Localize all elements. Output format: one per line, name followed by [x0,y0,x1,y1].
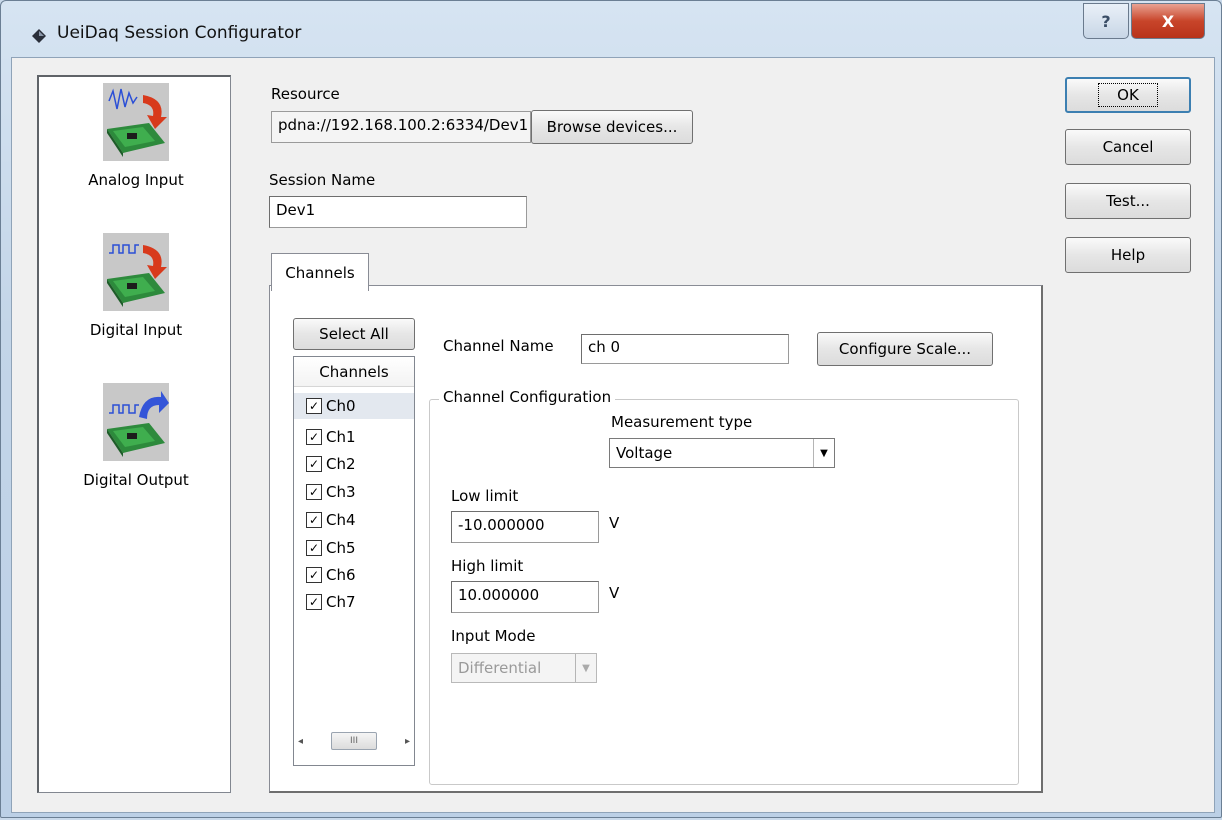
checkbox[interactable]: ✓ [306,594,322,610]
measurement-type-value: Voltage [616,444,673,462]
dialog-window: UeiDaq Session Configurator ? X Analog I… [0,0,1222,818]
help-button[interactable]: Help [1065,237,1191,273]
close-button[interactable]: X [1131,3,1205,39]
measurement-type-label: Measurement type [611,413,753,431]
channel-label: Ch6 [326,566,356,584]
list-item[interactable]: ✓ Ch6 [294,562,414,588]
channel-label: Ch5 [326,539,356,557]
help-caption-button[interactable]: ? [1083,3,1129,39]
title-bar[interactable]: UeiDaq Session Configurator ? X [1,1,1222,65]
horizontal-scrollbar[interactable]: ◂ III ▸ [298,731,410,751]
checkbox[interactable]: ✓ [306,567,322,583]
list-item[interactable]: ✓ Ch4 [294,507,414,533]
channel-label: Ch2 [326,455,356,473]
session-name-field[interactable]: Dev1 [269,196,527,228]
sidebar-item-label: Digital Output [83,471,189,489]
tab-label: Channels [285,263,355,282]
list-item[interactable]: ✓ Ch2 [294,451,414,477]
configure-scale-button[interactable]: Configure Scale... [817,332,993,366]
checkbox[interactable]: ✓ [306,456,322,472]
list-item[interactable]: ✓ Ch0 [294,393,414,419]
high-limit-label: High limit [451,557,524,575]
analog-input-icon [103,83,169,161]
sidebar-item-label: Digital Input [89,321,183,339]
channel-label: Ch1 [326,428,356,446]
high-limit-unit: V [609,584,620,602]
channel-name-label: Channel Name [443,337,554,355]
resource-label: Resource [271,85,340,103]
list-item[interactable]: ✓ Ch7 [294,589,414,615]
list-item[interactable]: ✓ Ch5 [294,535,414,561]
checkbox[interactable]: ✓ [306,398,322,414]
channel-label: Ch4 [326,511,356,529]
select-all-button[interactable]: Select All [293,318,415,350]
checkbox[interactable]: ✓ [306,429,322,445]
channel-configuration-title: Channel Configuration [439,388,616,406]
cancel-button[interactable]: Cancel [1065,129,1191,165]
ok-button[interactable]: OK [1065,77,1191,113]
tab-channels[interactable]: Channels [271,253,369,291]
low-limit-unit: V [609,514,620,532]
sidebar-item-label: Analog Input [88,171,184,189]
channel-name-field[interactable]: ch 0 [581,334,789,364]
scroll-right-arrow-icon[interactable]: ▸ [405,736,410,747]
checkbox[interactable]: ✓ [306,484,322,500]
checkbox[interactable]: ✓ [306,540,322,556]
browse-devices-button[interactable]: Browse devices... [531,110,693,144]
digital-output-icon [103,383,169,461]
session-name-label: Session Name [269,171,376,189]
low-limit-label: Low limit [451,487,519,505]
channel-list-header: Channels [294,357,414,387]
list-item[interactable]: ✓ Ch1 [294,424,414,450]
sidebar-item-digital-input[interactable]: Digital Input [39,233,233,339]
input-mode-label: Input Mode [451,627,536,645]
scroll-thumb[interactable]: III [331,732,377,750]
channel-label: Ch3 [326,483,356,501]
measurement-type-dropdown[interactable]: Voltage ▼ [609,438,835,468]
input-mode-value: Differential [458,659,542,677]
sidebar-item-digital-output[interactable]: Digital Output [39,383,233,489]
input-mode-dropdown[interactable]: Differential ▼ [451,653,597,683]
channel-label: Ch7 [326,593,356,611]
channel-label: Ch0 [326,397,356,415]
category-pane: Analog Input Digital Input Digital Outpu… [37,75,231,793]
list-item[interactable]: ✓ Ch3 [294,479,414,505]
app-diamond-icon [32,29,46,43]
sidebar-item-analog-input[interactable]: Analog Input [39,83,233,189]
high-limit-field[interactable]: 10.000000 [451,581,599,613]
test-button[interactable]: Test... [1065,183,1191,219]
window-title: UeiDaq Session Configurator [57,23,302,43]
ok-button-label: OK [1098,83,1158,107]
low-limit-field[interactable]: -10.000000 [451,511,599,543]
resource-field[interactable]: pdna://192.168.100.2:6334/Dev1 [271,111,531,143]
chevron-down-icon[interactable]: ▼ [575,654,596,682]
channel-list[interactable]: Channels ✓ Ch0 ✓ Ch1 ✓ Ch2 ✓ Ch3 ✓ Ch4 ✓ Ch5 ✓… [293,356,415,766]
digital-input-icon [103,233,169,311]
chevron-down-icon[interactable]: ▼ [813,439,834,467]
checkbox[interactable]: ✓ [306,512,322,528]
scroll-left-arrow-icon[interactable]: ◂ [298,736,303,747]
